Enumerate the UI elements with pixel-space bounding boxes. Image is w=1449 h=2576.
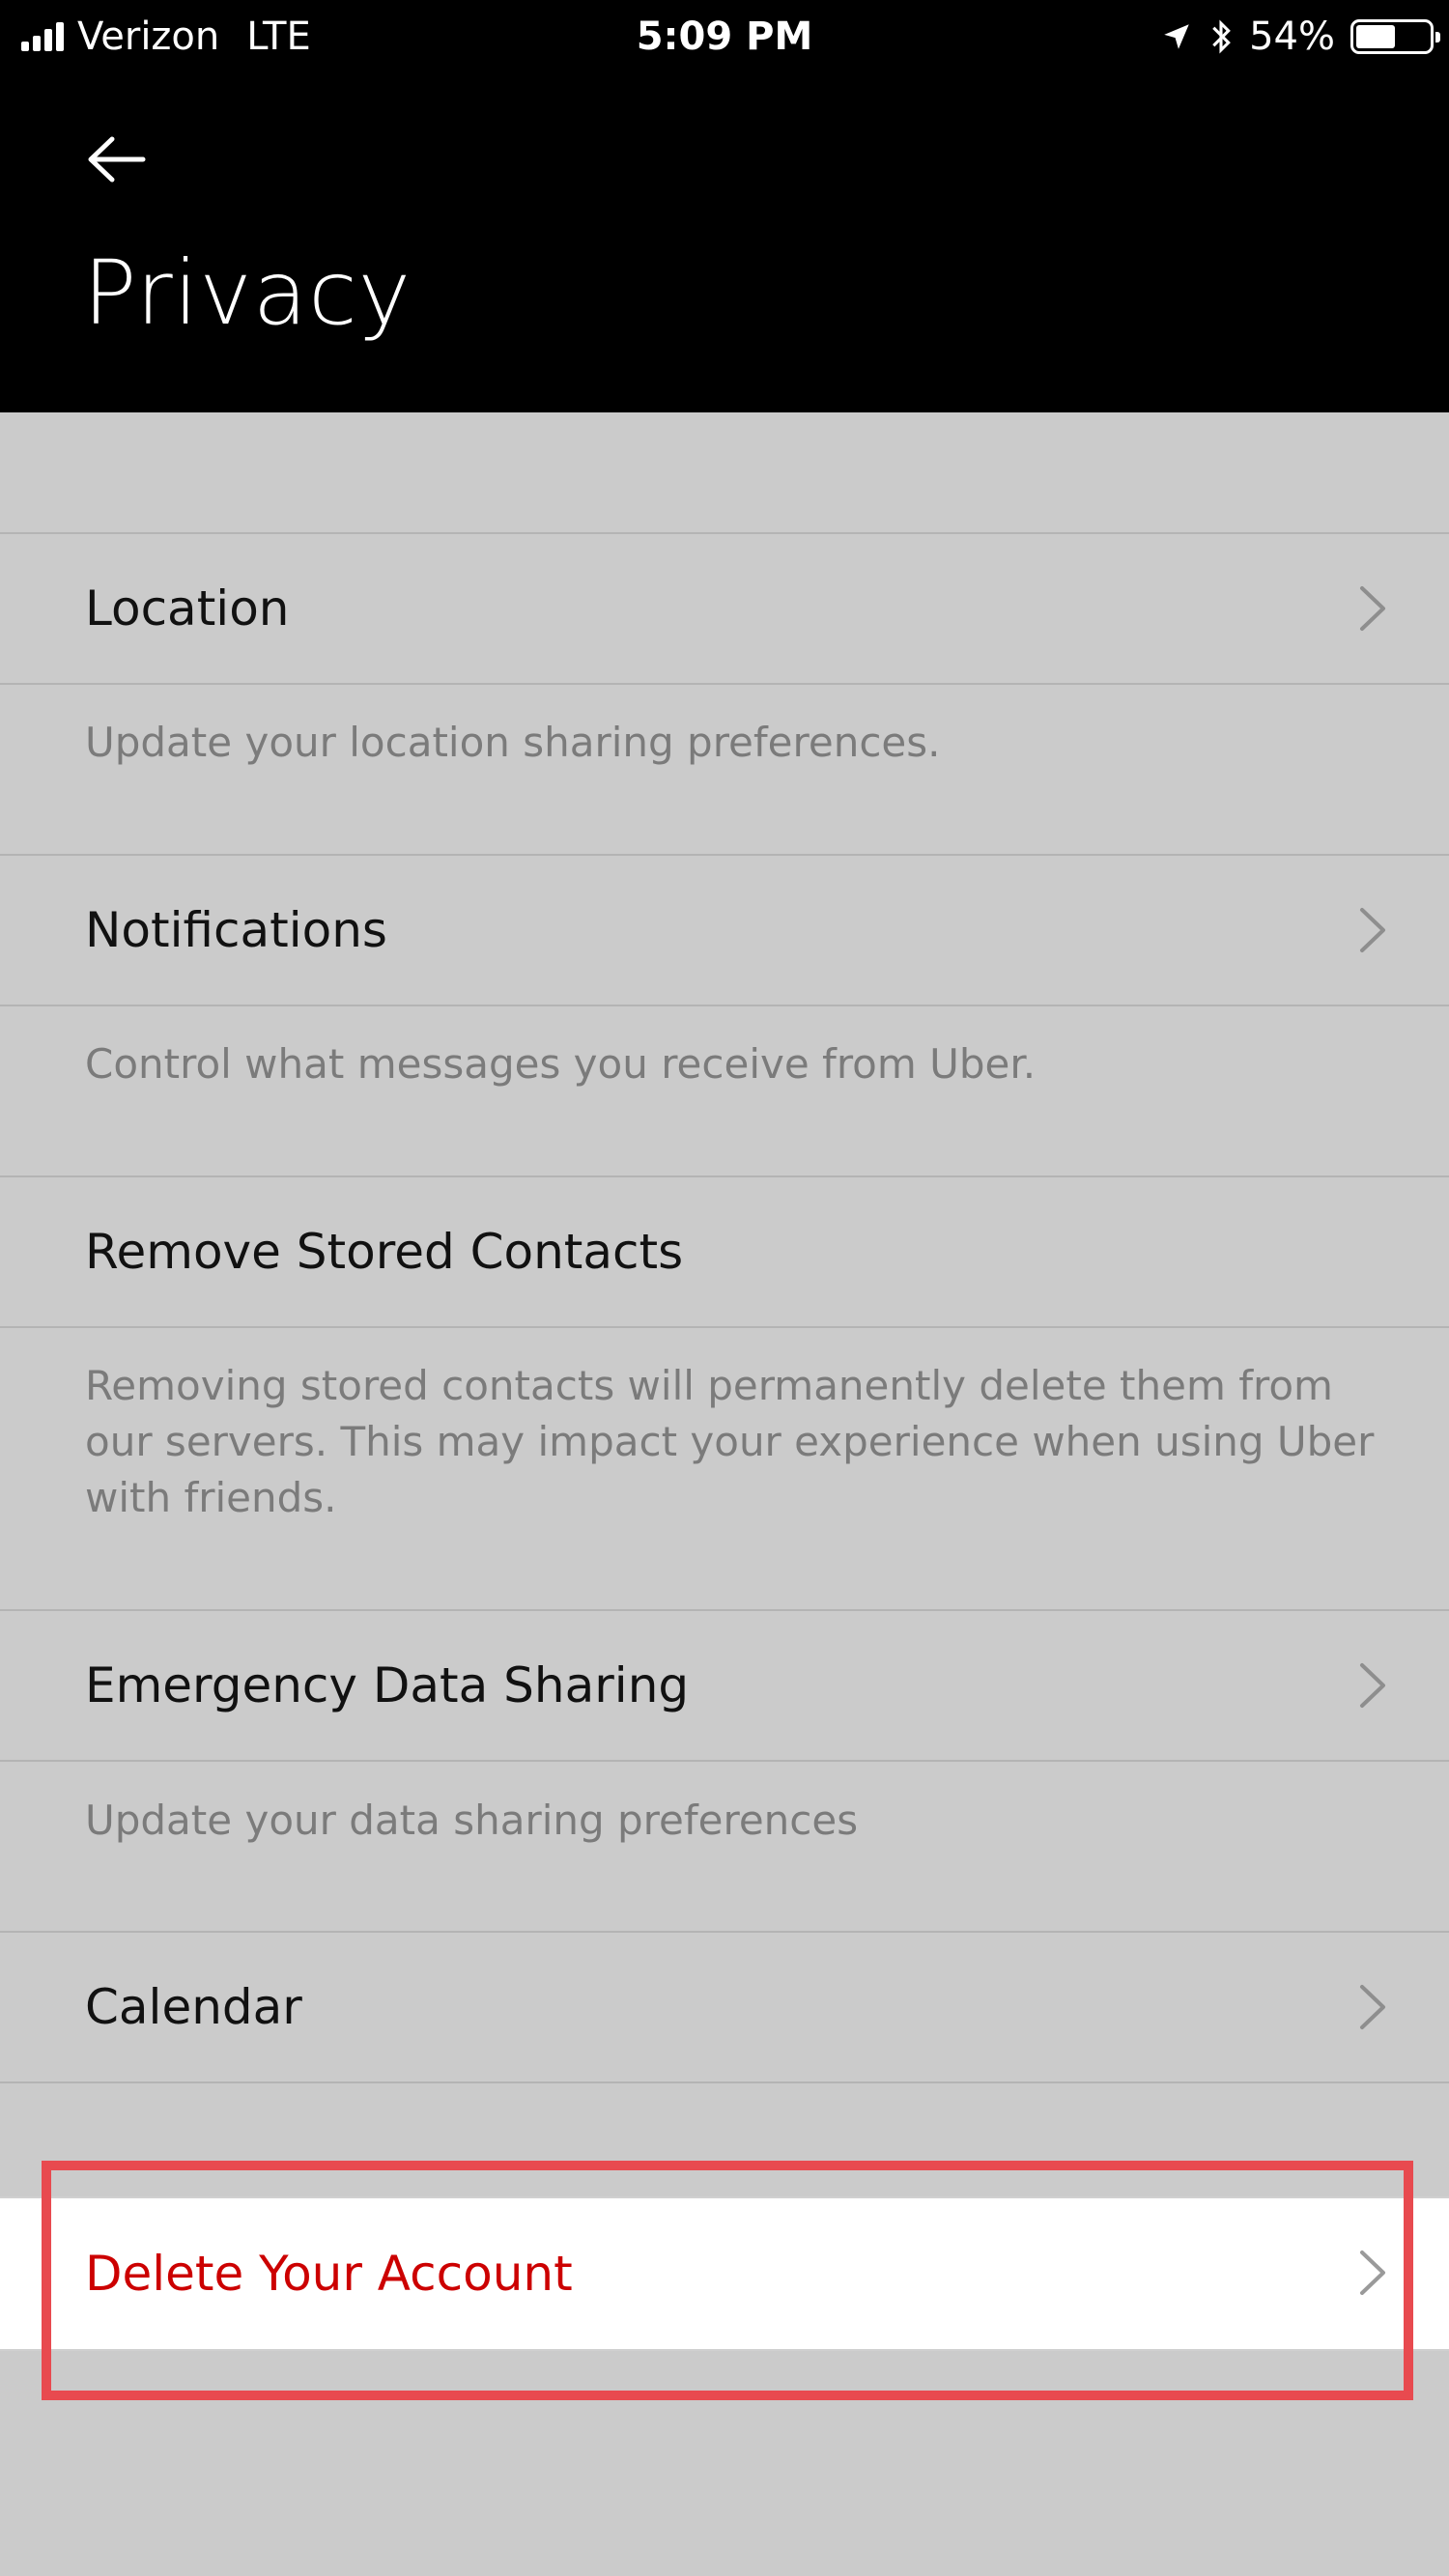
notifications-row[interactable]: Notifications (0, 854, 1449, 1006)
location-arrow-icon (1164, 24, 1189, 49)
back-button[interactable] (77, 121, 155, 198)
battery-level (1356, 25, 1395, 48)
chevron-right-icon (1358, 534, 1387, 683)
notifications-description: Control what messages you receive from U… (85, 1040, 1037, 1088)
chevron-right-icon (1358, 1611, 1387, 1760)
emergency-data-sharing-label: Emergency Data Sharing (85, 1657, 690, 1713)
battery-icon (1350, 19, 1440, 54)
header: Verizon LTE 5:09 PM 54% Privacy (0, 0, 1449, 412)
chevron-right-icon (1358, 2198, 1387, 2347)
remove-stored-contacts-description: Removing stored contacts will permanentl… (85, 1362, 1375, 1521)
delete-account-label: Delete Your Account (85, 2246, 573, 2302)
privacy-screen: Verizon LTE 5:09 PM 54% Privacy Location… (0, 0, 1449, 2576)
location-description: Update your location sharing preferences… (85, 719, 941, 766)
calendar-row[interactable]: Calendar (0, 1931, 1449, 2083)
notifications-label: Notifications (85, 902, 387, 958)
status-bar: Verizon LTE 5:09 PM 54% (0, 0, 1449, 73)
page-title: Privacy (83, 241, 412, 345)
location-label: Location (85, 580, 290, 637)
battery-percent: 54% (1249, 14, 1335, 59)
arrow-left-icon (88, 136, 146, 183)
remove-stored-contacts-label: Remove Stored Contacts (85, 1224, 684, 1280)
remove-stored-contacts-row[interactable]: Remove Stored Contacts (0, 1175, 1449, 1328)
chevron-right-icon (1358, 856, 1387, 1005)
calendar-label: Calendar (85, 1979, 302, 2035)
emergency-data-sharing-row[interactable]: Emergency Data Sharing (0, 1609, 1449, 1762)
emergency-data-sharing-description: Update your data sharing preferences (85, 1797, 859, 1844)
battery-tip (1435, 32, 1440, 42)
delete-account-row[interactable]: Delete Your Account (0, 2196, 1449, 2351)
chevron-right-icon (1358, 1933, 1387, 2081)
location-row[interactable]: Location (0, 532, 1449, 685)
status-right: 54% (1160, 0, 1440, 73)
bluetooth-icon (1212, 19, 1231, 54)
